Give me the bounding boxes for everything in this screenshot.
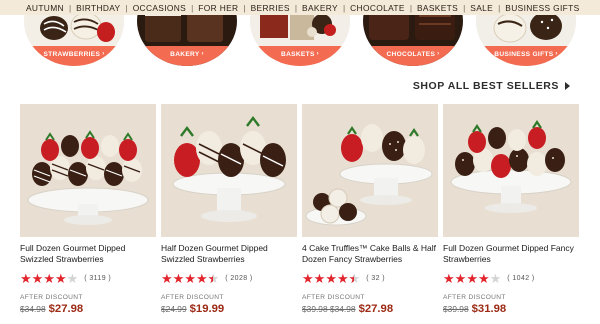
chevron-right-icon: › bbox=[555, 51, 558, 57]
star-icon: ★ bbox=[313, 271, 326, 286]
strawberry-platter-photo bbox=[20, 104, 156, 237]
original-price: $24.99 bbox=[161, 304, 187, 314]
star-icon: ★ bbox=[195, 271, 208, 286]
product-image[interactable] bbox=[443, 104, 579, 237]
star-rating: ★ ★ ★ ★ ★ bbox=[161, 272, 219, 285]
product-card[interactable]: Half Dozen Gourmet Dipped Swizzled Straw… bbox=[161, 104, 297, 324]
star-icon: ★ bbox=[66, 271, 79, 286]
star-icon: ★ bbox=[54, 271, 67, 286]
chevron-right-icon: › bbox=[201, 51, 204, 57]
star-half-icon: ★ bbox=[208, 272, 220, 285]
star-half-icon: ★ bbox=[349, 272, 361, 285]
sale-price: $31.98 bbox=[471, 303, 507, 315]
rating-count: 2028 bbox=[230, 275, 248, 282]
star-icon: ★ bbox=[489, 271, 502, 286]
after-discount-label: AFTER DISCOUNT bbox=[443, 294, 506, 301]
category-label: BUSINESS GIFTS bbox=[494, 50, 554, 58]
sale-price: $27.98 bbox=[48, 303, 84, 315]
rating-count: 32 bbox=[371, 275, 380, 282]
product-title[interactable]: Full Dozen Gourmet Dipped Swizzled Straw… bbox=[20, 243, 156, 265]
star-icon: ★ bbox=[477, 271, 490, 286]
product-image[interactable] bbox=[20, 104, 156, 237]
shop-all-label: SHOP ALL BEST SELLERS bbox=[412, 80, 559, 92]
category-label: BAKERY bbox=[170, 50, 200, 58]
nav-berries[interactable]: BERRIES bbox=[251, 3, 290, 13]
nav-birthday[interactable]: BIRTHDAY bbox=[76, 3, 120, 13]
after-discount-label: AFTER DISCOUNT bbox=[302, 294, 365, 301]
sale-price: $27.98 bbox=[358, 303, 394, 315]
product-rating: ★ ★ ★ ★ ★ ( 1042 ) bbox=[443, 271, 535, 286]
star-icon: ★ bbox=[161, 271, 173, 286]
star-icon: ★ bbox=[20, 271, 32, 286]
star-rating: ★ ★ ★ ★ ★ bbox=[302, 272, 360, 285]
after-discount-label: AFTER DISCOUNT bbox=[161, 294, 224, 301]
product-rating: ★ ★ ★ ★ ★ ( 3119 ) bbox=[20, 271, 112, 286]
product-grid: Full Dozen Gourmet Dipped Swizzled Straw… bbox=[20, 104, 580, 324]
star-icon: ★ bbox=[336, 271, 349, 286]
star-icon: ★ bbox=[31, 271, 44, 286]
nav-chocolate[interactable]: CHOCOLATE bbox=[350, 3, 405, 13]
star-icon: ★ bbox=[325, 271, 337, 286]
nav-occasions[interactable]: OCCASIONS bbox=[133, 3, 186, 13]
original-price: $34.98 bbox=[20, 304, 46, 314]
shop-all-best-sellers-link[interactable]: SHOP ALL BEST SELLERS bbox=[413, 80, 570, 92]
star-icon: ★ bbox=[184, 271, 196, 286]
triangle-right-icon bbox=[565, 82, 570, 90]
nav-bakery[interactable]: BAKERY bbox=[302, 3, 338, 13]
cake-truffles-strawberries-photo bbox=[302, 104, 438, 237]
price-block: $39.98 $34.98 $27.98 bbox=[302, 303, 393, 315]
product-image[interactable] bbox=[302, 104, 438, 237]
product-card[interactable]: 4 Cake Truffles™ Cake Balls & Half Dozen… bbox=[302, 104, 438, 324]
star-icon: ★ bbox=[454, 271, 467, 286]
star-icon: ★ bbox=[302, 271, 314, 286]
star-rating: ★ ★ ★ ★ ★ bbox=[443, 272, 501, 285]
nav-business-gifts[interactable]: BUSINESS GIFTS bbox=[505, 3, 579, 13]
product-title[interactable]: Half Dozen Gourmet Dipped Swizzled Straw… bbox=[161, 243, 297, 265]
sale-price: $19.99 bbox=[189, 303, 225, 315]
product-title[interactable]: 4 Cake Truffles™ Cake Balls & Half Dozen… bbox=[302, 243, 438, 265]
price-block: $34.98 $27.98 bbox=[20, 303, 83, 315]
nav-autumn[interactable]: AUTUMN bbox=[26, 3, 64, 13]
product-title[interactable]: Full Dozen Gourmet Dipped Fancy Strawber… bbox=[443, 243, 579, 265]
chevron-right-icon: › bbox=[316, 51, 319, 57]
product-card[interactable]: Full Dozen Gourmet Dipped Fancy Strawber… bbox=[443, 104, 579, 324]
nav-baskets[interactable]: BASKETS bbox=[417, 3, 458, 13]
product-rating: ★★★★★ ( 32 ) bbox=[302, 272, 385, 285]
star-rating: ★ ★ ★ ★ ★ bbox=[20, 272, 78, 285]
top-navigation: AUTUMN | BIRTHDAY | OCCASIONS | FOR HER | BE… bbox=[0, 0, 600, 15]
nav-for-her[interactable]: FOR HER bbox=[198, 3, 238, 13]
star-icon: ★ bbox=[43, 271, 55, 286]
star-icon: ★ bbox=[443, 271, 455, 286]
original-price: $39.98 $34.98 bbox=[302, 304, 356, 314]
star-icon: ★ bbox=[172, 271, 185, 286]
strawberry-platter-photo bbox=[161, 104, 297, 237]
category-label: BASKETS bbox=[281, 50, 315, 58]
after-discount-label: AFTER DISCOUNT bbox=[20, 294, 83, 301]
fancy-strawberries-photo bbox=[443, 104, 579, 237]
rating-count: 3119 bbox=[89, 275, 107, 282]
nav-sale[interactable]: SALE bbox=[470, 3, 493, 13]
product-image[interactable] bbox=[161, 104, 297, 237]
chevron-right-icon: › bbox=[437, 51, 440, 57]
price-block: $24.99 $19.99 bbox=[161, 303, 224, 315]
rating-count: 1042 bbox=[512, 275, 530, 282]
category-label: STRAWBERRIES bbox=[43, 50, 101, 58]
product-card[interactable]: Full Dozen Gourmet Dipped Swizzled Straw… bbox=[20, 104, 156, 324]
original-price: $39.98 bbox=[443, 304, 469, 314]
star-icon: ★ bbox=[466, 271, 478, 286]
product-rating: ★★★★★ ( 2028 ) bbox=[161, 272, 253, 285]
category-label: CHOCOLATES bbox=[386, 50, 436, 58]
price-block: $39.98 $31.98 bbox=[443, 303, 506, 315]
chevron-right-icon: › bbox=[102, 51, 105, 57]
